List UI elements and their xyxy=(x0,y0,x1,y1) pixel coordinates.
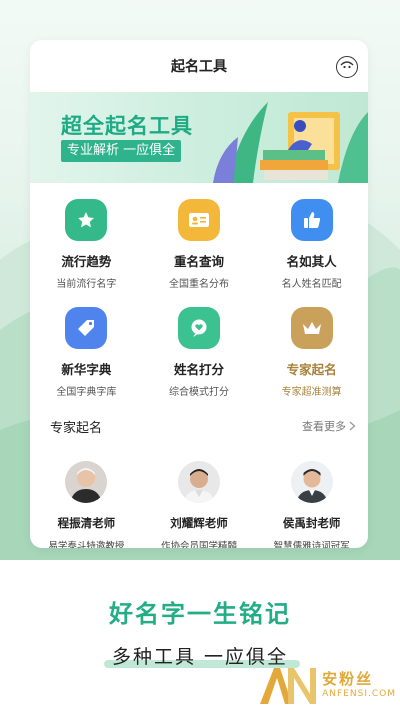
tool-duplicate-name-query[interactable]: 重名查询 全国重名分布 xyxy=(143,195,256,303)
heart-chat-icon xyxy=(177,307,220,349)
tool-desc: 专家超准测算 xyxy=(281,387,342,398)
books-illustration xyxy=(213,102,368,183)
watermark-cn: 安粉丝 xyxy=(322,670,374,688)
tool-popular-trends[interactable]: 流行趋势 当前流行名字 xyxy=(30,195,143,303)
promo-banner[interactable]: 超全起名工具 专业解析 一应俱全 xyxy=(30,92,368,183)
expert-name: 刘耀辉老师 xyxy=(170,516,228,530)
slogan-headline: 好名字一生铭记 xyxy=(109,600,291,628)
expert-card[interactable]: 程振清老师 易学泰斗特邀教授 xyxy=(30,461,143,548)
tool-name: 重名查询 xyxy=(173,254,224,269)
experts-list: 程振清老师 易学泰斗特邀教授 刘耀辉老师 作协会员国学精髓 侯禹封老师 智慧儒雅… xyxy=(30,443,368,548)
tool-expert-naming[interactable]: 专家起名 专家超准测算 xyxy=(255,303,368,411)
expert-name: 侯禹封老师 xyxy=(282,516,341,530)
expert-desc: 智慧儒雅诗词冠军 xyxy=(273,541,350,548)
tool-xinhua-dictionary[interactable]: 新华字典 全国字典字库 xyxy=(30,303,143,411)
tool-desc: 综合模式打分 xyxy=(168,387,229,398)
card-header: 起名工具 xyxy=(30,40,368,92)
star-icon xyxy=(65,199,108,241)
crown-icon xyxy=(290,307,333,349)
page-title: 起名工具 xyxy=(171,59,227,75)
section-title: 专家起名 xyxy=(50,420,103,436)
experts-section-header: 专家起名 查看更多 xyxy=(30,409,368,443)
tools-card: 起名工具 超全起名工具 专业解析 一应俱全 流行趋势 当前流行名字 重名查询 全… xyxy=(30,40,368,548)
tool-name: 流行趋势 xyxy=(61,254,112,269)
chevron-right-icon xyxy=(349,421,356,431)
tool-desc: 当前流行名字 xyxy=(56,279,117,290)
avatar xyxy=(177,461,220,503)
face-icon[interactable] xyxy=(336,56,358,78)
tag-icon xyxy=(65,307,108,349)
avatar xyxy=(290,461,333,503)
tool-name-scoring[interactable]: 姓名打分 综合模式打分 xyxy=(143,303,256,411)
expert-card[interactable]: 侯禹封老师 智慧儒雅诗词冠军 xyxy=(255,461,368,548)
expert-card[interactable]: 刘耀辉老师 作协会员国学精髓 xyxy=(143,461,256,548)
tool-desc: 全国字典字库 xyxy=(56,387,117,398)
tool-desc: 全国重名分布 xyxy=(168,279,229,290)
tool-name: 姓名打分 xyxy=(173,362,224,377)
tool-name-like-person[interactable]: 名如其人 名人姓名匹配 xyxy=(255,195,368,303)
tool-name: 新华字典 xyxy=(61,362,112,377)
expert-desc: 作协会员国学精髓 xyxy=(160,541,237,548)
see-more-label: 查看更多 xyxy=(302,420,346,433)
watermark-logo xyxy=(260,668,317,704)
tool-name: 名如其人 xyxy=(286,254,337,269)
expert-desc: 易学泰斗特邀教授 xyxy=(48,541,125,548)
banner-title: 超全起名工具 xyxy=(61,114,193,138)
tool-name: 专家起名 xyxy=(286,362,337,377)
expert-name: 程振清老师 xyxy=(57,516,116,530)
tool-desc: 名人姓名匹配 xyxy=(281,279,342,290)
avatar xyxy=(65,461,108,503)
see-more-link[interactable]: 查看更多 xyxy=(302,418,356,434)
banner-tag: 专业解析 一应俱全 xyxy=(61,140,182,162)
watermark-text: 安粉丝 ANFENSI.COM xyxy=(322,668,396,699)
id-card-icon xyxy=(177,199,220,241)
watermark-en: ANFENSI.COM xyxy=(322,689,396,699)
thumbs-up-icon xyxy=(290,199,333,241)
tools-grid: 流行趋势 当前流行名字 重名查询 全国重名分布 名如其人 名人姓名匹配 新华字典… xyxy=(30,183,368,411)
watermark: 安粉丝 ANFENSI.COM xyxy=(258,664,396,706)
